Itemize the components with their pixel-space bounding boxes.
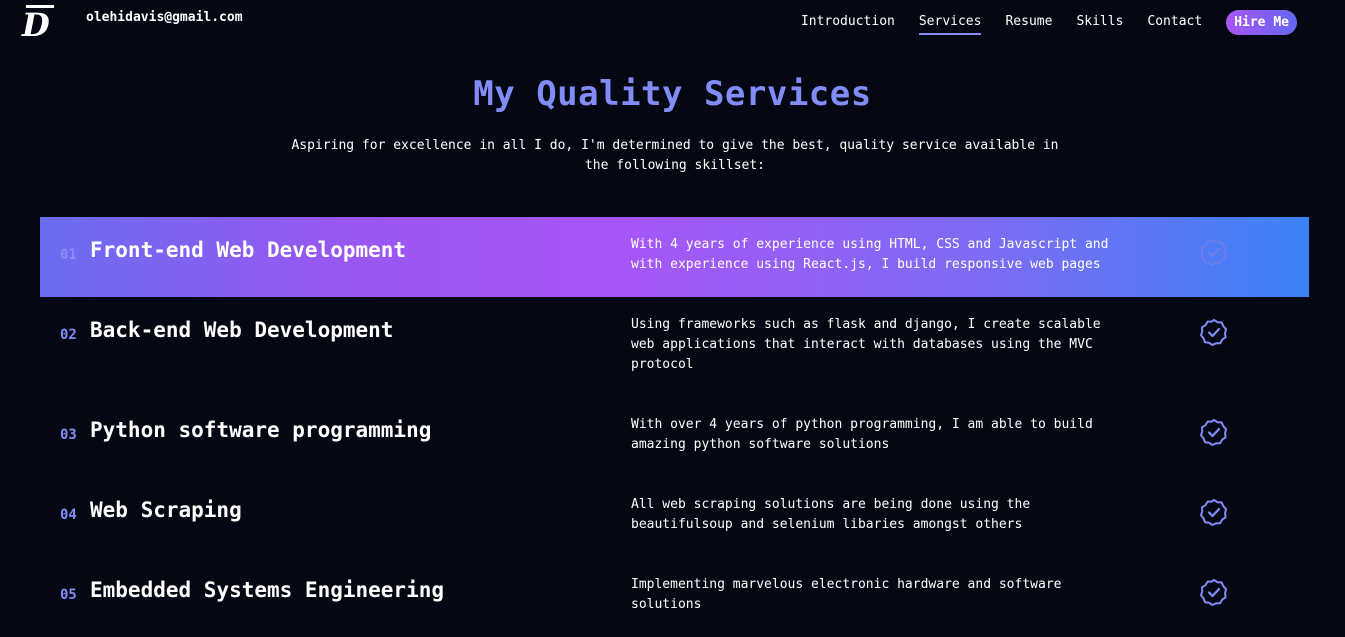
service-title: Back-end Web Development — [90, 318, 394, 342]
verified-check-icon — [1200, 498, 1228, 526]
service-description: Implementing marvelous electronic hardwa… — [631, 577, 1062, 612]
nav-link-services[interactable]: Services — [918, 10, 982, 35]
service-row[interactable]: 04 Web Scraping All web scraping solutio… — [40, 477, 1309, 557]
service-title: Embedded Systems Engineering — [90, 578, 445, 602]
nav-link-resume[interactable]: Resume — [1005, 10, 1052, 35]
service-number: 02 — [60, 327, 77, 343]
main-nav: Introduction Services Resume Skills Cont… — [801, 10, 1297, 35]
nav-link-introduction[interactable]: Introduction — [801, 10, 895, 35]
service-description: All web scraping solutions are being don… — [631, 497, 1031, 532]
contact-email: olehidavis@gmail.com — [86, 10, 243, 25]
logo-letter: D — [22, 6, 50, 44]
service-row[interactable]: 05 Embedded Systems Engineering Implemen… — [40, 557, 1309, 637]
page-subtitle: Aspiring for excellence in all I do, I'm… — [291, 138, 1059, 173]
verified-check-icon — [1200, 238, 1228, 266]
verified-check-icon — [1200, 578, 1228, 606]
site-logo[interactable]: D — [22, 5, 56, 45]
nav-link-contact[interactable]: Contact — [1147, 10, 1202, 35]
services-list: 01 Front-end Web Development With 4 year… — [40, 217, 1309, 637]
service-number: 05 — [60, 587, 77, 603]
service-description: With 4 years of experience using HTML, C… — [631, 237, 1109, 272]
verified-check-icon — [1200, 418, 1228, 446]
service-number: 01 — [60, 247, 77, 263]
hire-me-button[interactable]: Hire Me — [1226, 10, 1297, 35]
service-number: 04 — [60, 507, 77, 523]
service-row[interactable]: 02 Back-end Web Development Using framew… — [40, 297, 1309, 397]
service-title: Front-end Web Development — [90, 238, 407, 262]
service-description: Using frameworks such as flask and djang… — [631, 317, 1101, 372]
service-description: With over 4 years of python programming,… — [631, 417, 1093, 452]
service-row[interactable]: 01 Front-end Web Development With 4 year… — [40, 217, 1309, 297]
service-row[interactable]: 03 Python software programming With over… — [40, 397, 1309, 477]
service-title: Python software programming — [90, 418, 432, 442]
verified-check-icon — [1200, 318, 1228, 346]
page: D olehidavis@gmail.com Introduction Serv… — [0, 0, 1345, 637]
page-title: My Quality Services — [473, 74, 872, 114]
nav-link-skills[interactable]: Skills — [1076, 10, 1123, 35]
service-title: Web Scraping — [90, 498, 242, 522]
service-number: 03 — [60, 427, 77, 443]
